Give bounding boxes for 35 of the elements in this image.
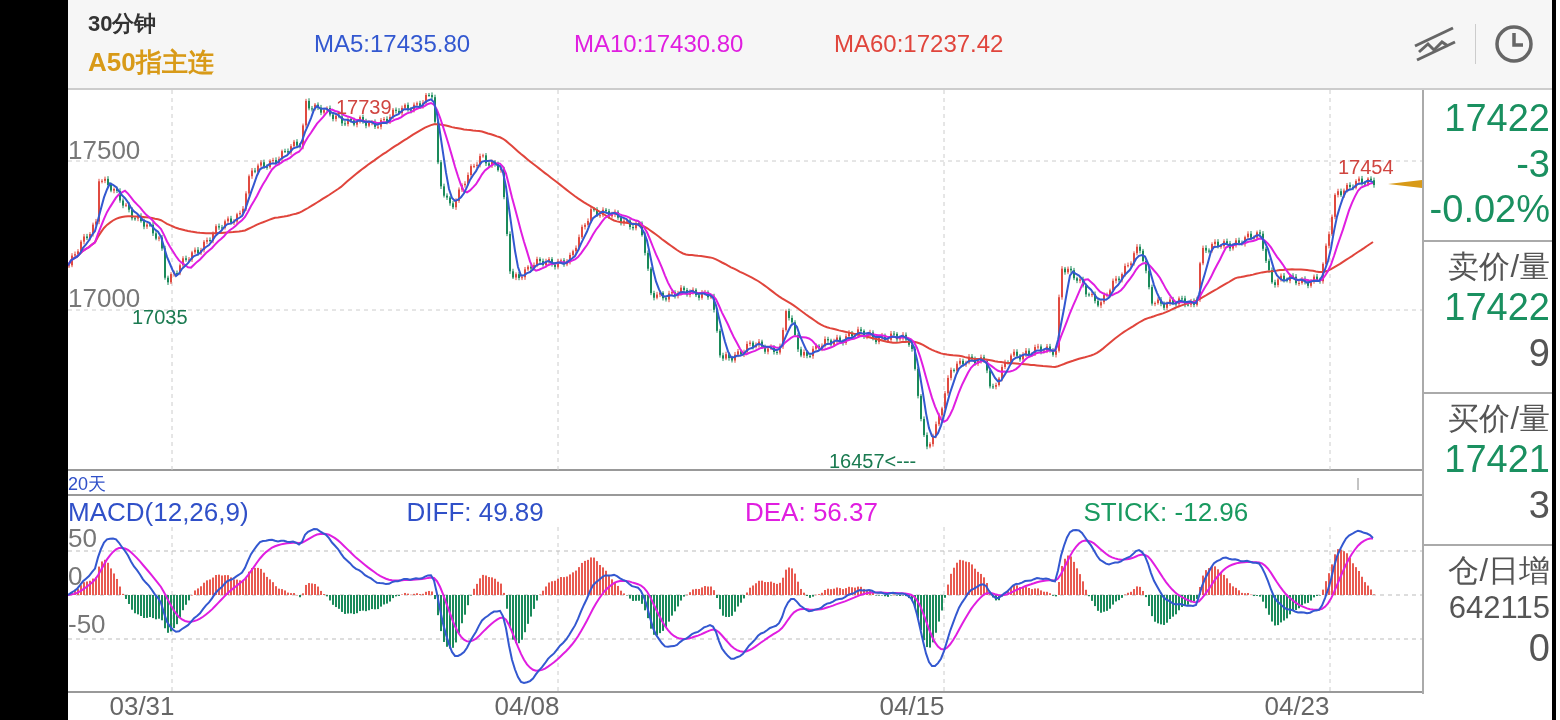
diff-value: DIFF: 49.89 [406,496,545,528]
range-label: 20天 [68,474,107,494]
quote-volume: 9 [1528,330,1550,376]
chart-type-icon[interactable] [1413,24,1457,64]
indicator-value: MA5:17435.80 [314,30,472,58]
date-label: 04/15 [879,691,945,720]
stick-value: STICK: -12.96 [1083,496,1250,528]
axis-label: 17500 [68,135,141,165]
date-label: 04/23 [1264,691,1330,720]
price-change: -3 [1516,141,1550,187]
dea-value: DEA: 56.37 [745,496,879,528]
indicator-value: MA10:17430.80 [574,30,745,58]
open-interest-value: 642115 [1448,589,1550,627]
price-label: 17454 [1338,156,1394,178]
quote-price: 17421 [1444,437,1550,483]
quote-volume: 3 [1528,482,1550,528]
price-label: 16457<--- [829,450,917,472]
quote-label: 卖价/量 [1448,248,1550,286]
clock-icon[interactable] [1494,24,1534,64]
quote-label: 买价/量 [1448,400,1550,438]
instrument-name: A50指主连 [88,45,215,79]
axis-label: 50 [68,527,97,553]
price-label: 17739 [336,96,392,118]
change-percent: -0.02% [1429,187,1550,233]
period-label: 30分钟 [88,9,158,38]
date-label: 04/08 [494,691,560,720]
axis-label: -50 [68,609,106,639]
axis-label: 0 [68,561,83,591]
open-interest-change: 0 [1528,626,1550,672]
last-price: 17422 [1444,96,1550,141]
indicator-value: MA60:17237.42 [834,30,1005,58]
macd-title: MACD(12,26,9) [68,496,250,528]
date-label: 03/31 [109,691,175,720]
quote-label: 仓/日增 [1448,552,1550,590]
quote-price: 17422 [1444,285,1550,331]
